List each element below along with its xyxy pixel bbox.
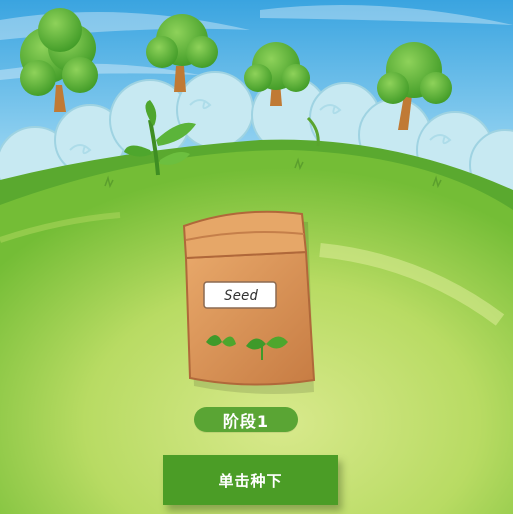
stage-badge: 阶段1 <box>194 407 298 432</box>
garden-background <box>0 0 513 514</box>
plant-button[interactable]: 单击种下 <box>163 455 338 505</box>
game-scene: Seed 阶段1 单击种下 <box>0 0 513 514</box>
seed-label: Seed <box>224 288 258 304</box>
